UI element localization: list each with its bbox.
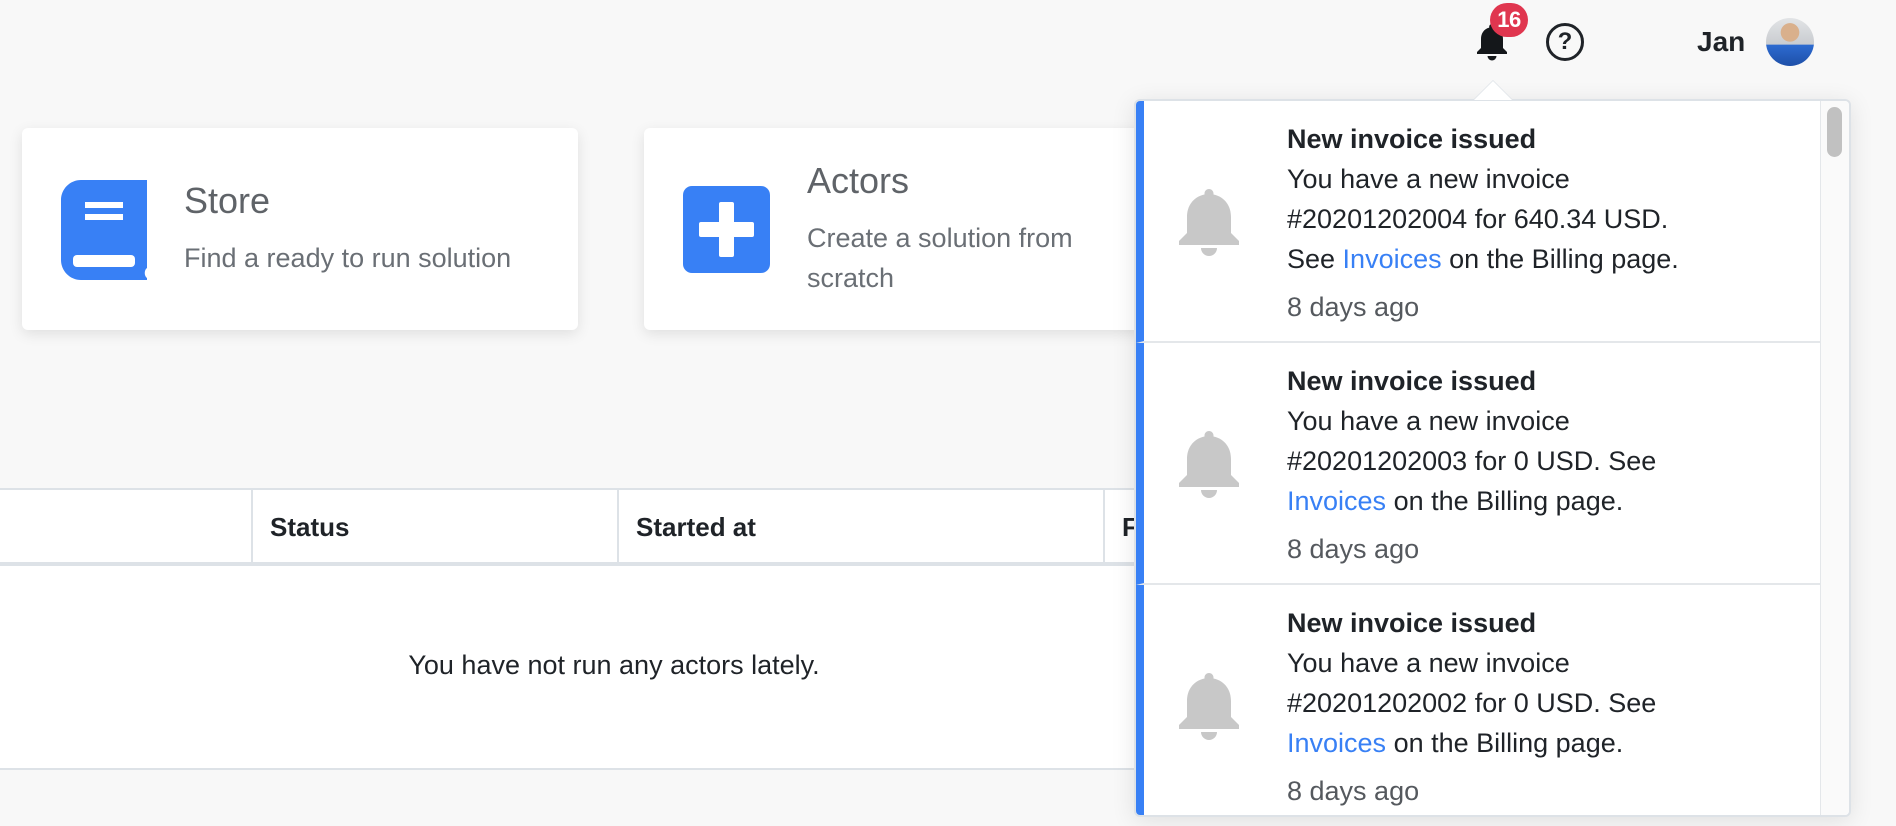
store-card[interactable]: Store Find a ready to run solution	[22, 128, 578, 330]
notification-text: See Invoices on the Billing page.	[1287, 239, 1807, 279]
invoices-link[interactable]: Invoices	[1287, 728, 1386, 758]
notification-item[interactable]: New invoice issued You have a new invoic…	[1136, 101, 1822, 343]
user-avatar[interactable]	[1766, 18, 1814, 66]
notification-text-suffix: on the Billing page.	[1386, 728, 1624, 758]
notification-text: You have a new invoice	[1287, 648, 1570, 678]
bell-icon	[1179, 189, 1239, 256]
scrollbar-thumb[interactable]	[1827, 107, 1842, 157]
recent-runs-table: Status Started at F You have not run any…	[0, 488, 1140, 770]
notification-item[interactable]: New invoice issued You have a new invoic…	[1136, 585, 1822, 815]
actors-card-description-line: scratch	[807, 263, 895, 293]
column-header-started-at[interactable]: Started at	[617, 490, 1103, 564]
book-icon	[61, 180, 147, 280]
actors-card-description-line: Create a solution from	[807, 223, 1073, 253]
user-name[interactable]: Jan	[1697, 26, 1745, 58]
notification-text: You have a new invoice	[1287, 406, 1570, 436]
notification-item[interactable]: New invoice issued You have a new invoic…	[1136, 343, 1822, 585]
bell-icon	[1179, 673, 1239, 740]
actors-card-description: Create a solution from scratch	[807, 218, 1073, 298]
notification-count-badge: 16	[1490, 3, 1528, 37]
notification-text: #20201202004 for 640.34 USD.	[1287, 204, 1669, 234]
notification-title: New invoice issued	[1287, 124, 1537, 154]
notification-timestamp: 8 days ago	[1287, 292, 1420, 322]
column-header-status[interactable]: Status	[251, 490, 617, 564]
notification-content: New invoice issued You have a new invoic…	[1287, 119, 1807, 327]
help-button[interactable]: ?	[1546, 23, 1584, 61]
store-card-description: Find a ready to run solution	[184, 243, 512, 273]
table-header: Status Started at F	[0, 490, 1140, 566]
notification-text-suffix: on the Billing page.	[1386, 486, 1624, 516]
invoices-link[interactable]: Invoices	[1343, 244, 1442, 274]
question-mark-icon: ?	[1557, 28, 1573, 55]
notification-text: #20201202003 for 0 USD. See	[1287, 446, 1657, 476]
notification-text: You have a new invoice	[1287, 164, 1570, 194]
actors-card[interactable]: Actors Create a solution from scratch	[644, 128, 1164, 330]
dropdown-caret	[1474, 81, 1512, 100]
notification-content: New invoice issued You have a new invoic…	[1287, 361, 1807, 569]
notification-content: New invoice issued You have a new invoic…	[1287, 603, 1807, 811]
notifications-list: New invoice issued You have a new invoic…	[1136, 101, 1822, 815]
notification-timestamp: 8 days ago	[1287, 534, 1420, 564]
actors-card-title: Actors	[807, 160, 910, 201]
column-header-name[interactable]	[0, 490, 251, 564]
plus-square-icon	[683, 186, 770, 273]
notification-text: Invoices on the Billing page.	[1287, 723, 1807, 763]
empty-table-message: You have not run any actors lately.	[408, 650, 820, 680]
notification-text: Invoices on the Billing page.	[1287, 481, 1807, 521]
notification-title: New invoice issued	[1287, 608, 1537, 638]
notification-title: New invoice issued	[1287, 366, 1537, 396]
bell-icon	[1179, 431, 1239, 498]
notification-timestamp: 8 days ago	[1287, 776, 1420, 806]
notification-text: #20201202002 for 0 USD. See	[1287, 688, 1657, 718]
notification-text-prefix: See	[1287, 244, 1343, 274]
notifications-dropdown: New invoice issued You have a new invoic…	[1134, 99, 1851, 817]
notifications-scrollbar[interactable]	[1821, 101, 1849, 815]
store-card-title: Store	[184, 180, 271, 221]
notification-text-suffix: on the Billing page.	[1441, 244, 1679, 274]
invoices-link[interactable]: Invoices	[1287, 486, 1386, 516]
